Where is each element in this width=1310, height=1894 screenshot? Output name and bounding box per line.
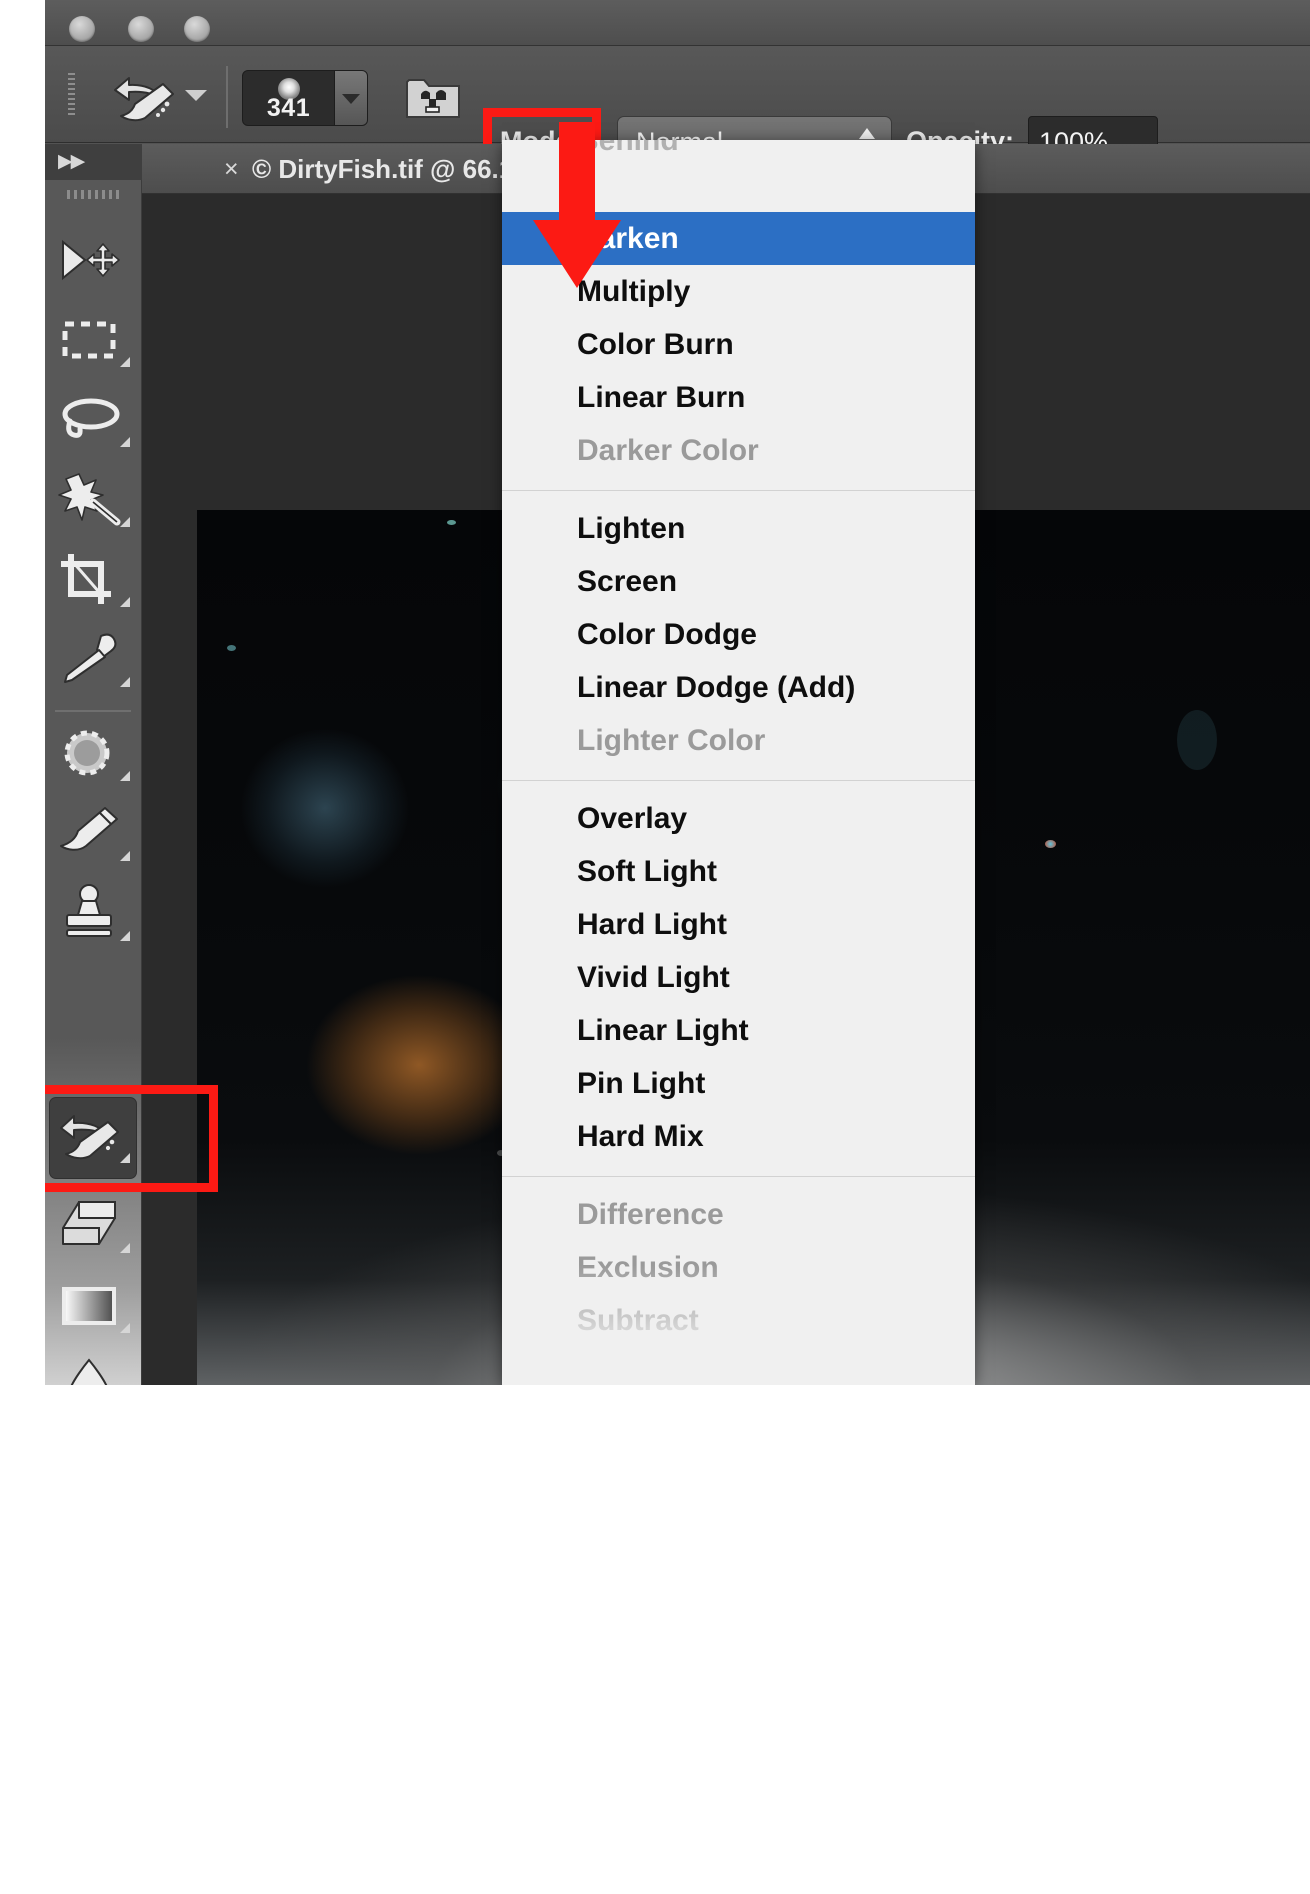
sidebar-item-marquee-tool[interactable]	[53, 308, 133, 372]
sidebar-item-gradient-tool[interactable]	[53, 1274, 133, 1338]
tool-more-corner-icon	[120, 1243, 130, 1253]
annotation-arrow-icon	[517, 122, 637, 292]
zoom-window-button[interactable]	[184, 16, 210, 42]
gradient-icon	[53, 1274, 125, 1338]
sidebar-item-crop-tool[interactable]	[53, 548, 133, 612]
move-tool-icon	[53, 228, 125, 292]
tools-panel-grip[interactable]	[67, 190, 119, 199]
tool-preset-chevron-down-icon[interactable]	[185, 90, 207, 101]
clone-stamp-icon	[53, 882, 125, 946]
menu-item-pin-light[interactable]: Pin Light	[502, 1057, 975, 1110]
menu-item-soft-light[interactable]: Soft Light	[502, 845, 975, 898]
brush-size-value: 341	[243, 94, 334, 123]
minimize-window-button[interactable]	[128, 16, 154, 42]
tools-panel: ▶▶	[45, 144, 142, 1385]
menu-item-linear-light[interactable]: Linear Light	[502, 1004, 975, 1057]
tool-more-corner-icon	[120, 437, 130, 447]
history-brush-icon[interactable]	[107, 68, 183, 126]
options-divider	[226, 66, 228, 128]
menu-item-lighten[interactable]: Lighten	[502, 502, 975, 555]
menu-item-exclusion: Exclusion	[502, 1241, 975, 1294]
menu-item-hard-light[interactable]: Hard Light	[502, 898, 975, 951]
sidebar-item-move-tool[interactable]	[53, 228, 133, 292]
options-bar-grip[interactable]	[68, 73, 75, 117]
brush-tip-preview: 341	[243, 71, 334, 125]
photoshop-window: 341 Mode: Normal Opa	[45, 0, 1310, 1385]
menu-separator	[502, 1163, 975, 1188]
tool-more-corner-icon	[120, 517, 130, 527]
eyedropper-icon	[53, 628, 125, 692]
menu-item-vivid-light[interactable]: Vivid Light	[502, 951, 975, 1004]
double-chevron-right-icon: ▶▶	[58, 155, 83, 169]
tool-more-corner-icon	[120, 357, 130, 367]
tool-more-corner-icon	[120, 931, 130, 941]
menu-item-color-burn[interactable]: Color Burn	[502, 318, 975, 371]
menu-item-subtract: Subtract	[502, 1294, 975, 1347]
sidebar-item-magic-wand-tool[interactable]	[53, 468, 133, 532]
title-bar	[45, 0, 1310, 46]
lasso-icon	[53, 388, 125, 452]
rectangular-marquee-icon	[53, 308, 125, 372]
spot-healing-brush-icon	[53, 722, 125, 786]
menu-item-difference: Difference	[502, 1188, 975, 1241]
menu-item-color-dodge[interactable]: Color Dodge	[502, 608, 975, 661]
menu-separator	[502, 477, 975, 502]
sidebar-item-brush-tool[interactable]	[53, 802, 133, 866]
sidebar-item-lasso-tool[interactable]	[53, 388, 133, 452]
sidebar-item-clone-stamp-tool[interactable]	[53, 882, 133, 946]
tool-more-corner-icon	[120, 677, 130, 687]
sidebar-item-spot-healing-tool[interactable]	[53, 722, 133, 786]
paintbrush-icon	[53, 802, 125, 866]
crop-icon	[53, 548, 125, 612]
tool-more-corner-icon	[120, 597, 130, 607]
tool-more-corner-icon	[120, 771, 130, 781]
magic-wand-icon	[53, 468, 125, 532]
menu-item-overlay[interactable]: Overlay	[502, 792, 975, 845]
tool-more-corner-icon	[120, 851, 130, 861]
blend-mode-dropdown-menu[interactable]: Behind DarkenMultiplyColor BurnLinear Bu…	[502, 140, 975, 1385]
menu-item-darker-color: Darker Color	[502, 424, 975, 477]
menu-separator	[502, 767, 975, 792]
menu-item-screen[interactable]: Screen	[502, 555, 975, 608]
history-brush-highlight-box	[45, 1085, 218, 1192]
sidebar-item-eraser-tool[interactable]	[53, 1194, 133, 1258]
tools-divider	[55, 710, 131, 712]
tools-panel-collapse-button[interactable]: ▶▶	[45, 144, 142, 180]
blend-mode-menu-list: DarkenMultiplyColor BurnLinear BurnDarke…	[502, 212, 975, 1347]
menu-item-linear-burn[interactable]: Linear Burn	[502, 371, 975, 424]
close-window-button[interactable]	[69, 16, 95, 42]
eraser-icon	[53, 1194, 125, 1258]
tool-options-bar: 341 Mode: Normal Opa	[45, 46, 1310, 143]
sidebar-item-blur-tool[interactable]	[53, 1354, 133, 1385]
tool-more-corner-icon	[120, 1323, 130, 1333]
brush-preset-picker[interactable]: 341	[242, 70, 368, 126]
brush-preset-chevron-down-icon[interactable]	[334, 71, 367, 125]
menu-item-linear-dodge-add[interactable]: Linear Dodge (Add)	[502, 661, 975, 714]
menu-item-hard-mix[interactable]: Hard Mix	[502, 1110, 975, 1163]
sidebar-item-eyedropper-tool[interactable]	[53, 628, 133, 692]
brush-panel-icon[interactable]	[405, 72, 461, 120]
close-icon[interactable]: ×	[224, 144, 239, 194]
blur-droplet-icon	[53, 1354, 125, 1385]
menu-item-lighter-color: Lighter Color	[502, 714, 975, 767]
